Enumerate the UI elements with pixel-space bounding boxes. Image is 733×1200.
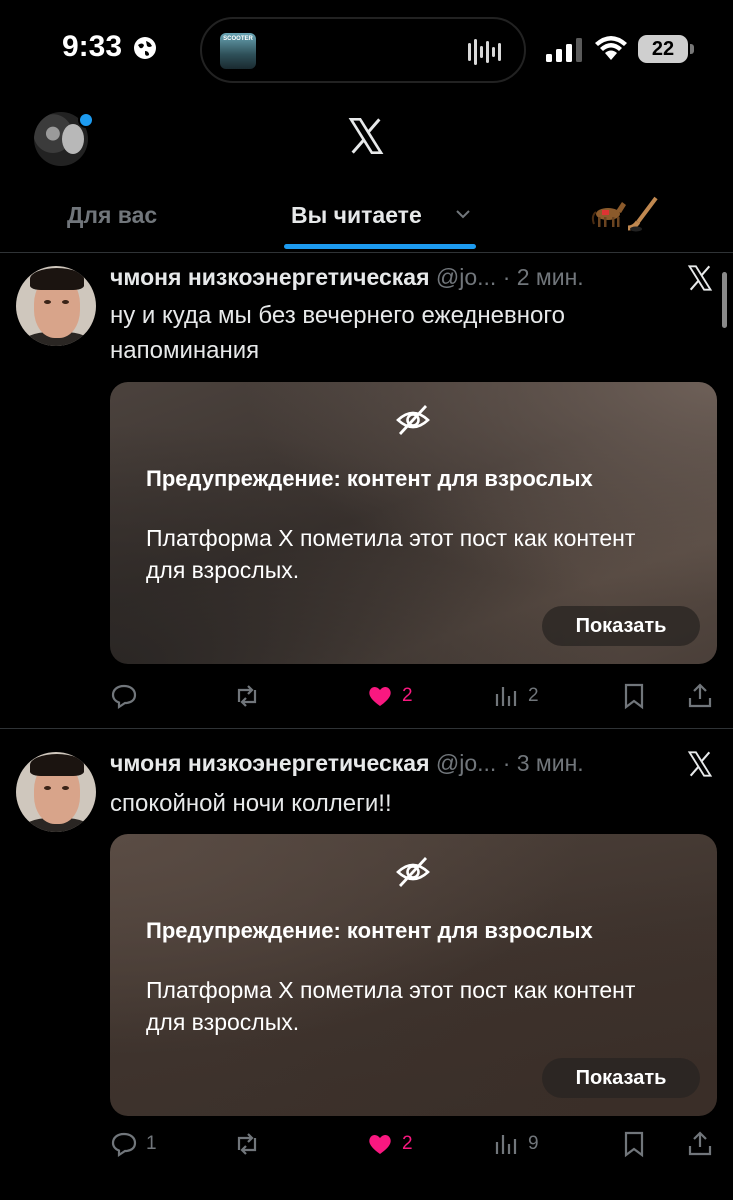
sensitive-content-card: Предупреждение: контент для взрослых Пла… [110, 382, 717, 664]
views-count: 2 [528, 685, 539, 706]
tweet-header: чмоня низкоэнергетическая @jo... · 3 мин… [110, 750, 584, 777]
retweet-icon [237, 685, 257, 707]
tweet-actions: 2 2 [0, 676, 733, 716]
notification-dot [78, 112, 94, 128]
author-name[interactable]: чмоня низкоэнергетическая [110, 264, 430, 290]
tweet[interactable]: чмоня низкоэнергетическая @jo... · 3 мин… [0, 730, 733, 1200]
heart-icon [369, 687, 391, 706]
timeline-tabs: Для вас Вы читаете [0, 192, 733, 253]
tweet-header: чмоня низкоэнергетическая @jo... · 2 мин… [110, 264, 584, 291]
tweet-time[interactable]: · 2 мин. [503, 264, 584, 290]
author-avatar[interactable] [16, 752, 96, 832]
signal-icon [546, 38, 582, 62]
bookmark-button[interactable] [620, 1124, 648, 1164]
share-button[interactable] [686, 676, 714, 716]
views-icon [495, 1135, 517, 1154]
wifi-icon [595, 36, 627, 60]
tweet-actions: 1 2 9 [0, 1124, 733, 1164]
reply-count: 1 [146, 1133, 157, 1154]
reply-button[interactable]: 1 [110, 1124, 157, 1164]
reply-button[interactable] [110, 676, 146, 716]
heart-icon [369, 1135, 391, 1154]
sensitive-content-card: Предупреждение: контент для взрослых Пла… [110, 834, 717, 1116]
author-handle[interactable]: @jo... [436, 264, 496, 290]
reply-icon [111, 1132, 137, 1158]
like-count: 2 [402, 685, 413, 706]
album-art[interactable]: SCOOTER [220, 33, 256, 69]
author-name[interactable]: чмоня низкоэнергетическая [110, 750, 430, 776]
x-logo-icon [348, 118, 384, 154]
bookmark-icon [624, 1131, 644, 1158]
views-button[interactable]: 2 [492, 676, 539, 716]
x-logo-icon [687, 751, 713, 777]
bookmark-icon [624, 683, 644, 710]
horse-hockey-emoji-icon[interactable] [588, 196, 662, 232]
tweet-time[interactable]: · 3 мин. [503, 750, 584, 776]
share-button[interactable] [686, 1124, 714, 1164]
views-button[interactable]: 9 [492, 1124, 539, 1164]
globe-icon [134, 37, 156, 59]
eye-slash-icon [396, 857, 430, 887]
views-count: 9 [528, 1133, 539, 1154]
reply-icon [111, 684, 137, 710]
retweet-icon [237, 1133, 257, 1155]
tab-for-you[interactable]: Для вас [67, 202, 157, 229]
show-button[interactable]: Показать [542, 1058, 700, 1098]
warning-body: Платформа X пометила этот пост как конте… [146, 977, 636, 1035]
author-handle[interactable]: @jo... [436, 750, 496, 776]
views-icon [495, 687, 517, 706]
waveform-icon [468, 39, 501, 65]
like-button[interactable]: 2 [366, 1124, 413, 1164]
share-icon [688, 1131, 712, 1156]
show-button[interactable]: Показать [542, 606, 700, 646]
status-time: 9:33 [62, 30, 123, 63]
share-icon [688, 683, 712, 708]
retweet-button[interactable] [233, 1124, 261, 1164]
tweet-text: ну и куда мы без вечернего ежедневного н… [110, 302, 565, 364]
battery-icon: 22 [638, 35, 688, 63]
bookmark-button[interactable] [620, 676, 648, 716]
battery-tip [690, 44, 694, 54]
chevron-down-icon[interactable] [455, 208, 471, 220]
warning-title: Предупреждение: контент для взрослых [146, 466, 593, 491]
active-tab-indicator [284, 244, 476, 249]
tweet-text: спокойной ночи коллеги!! [110, 790, 392, 817]
status-bar: 9:33 SCOOTER 22 [0, 0, 733, 100]
warning-body: Платформа X пометила этот пост как конте… [146, 525, 636, 583]
dynamic-island[interactable]: SCOOTER [200, 17, 526, 83]
tab-following[interactable]: Вы читаете [291, 202, 422, 229]
like-count: 2 [402, 1133, 413, 1154]
retweet-button[interactable] [233, 676, 261, 716]
author-avatar[interactable] [16, 266, 96, 346]
eye-slash-icon [396, 405, 430, 435]
x-logo-icon [687, 265, 713, 291]
like-button[interactable]: 2 [366, 676, 413, 716]
scrollbar[interactable] [722, 272, 727, 328]
warning-title: Предупреждение: контент для взрослых [146, 918, 593, 943]
album-art-text: SCOOTER [223, 36, 253, 42]
tweet[interactable]: чмоня низкоэнергетическая @jo... · 2 мин… [0, 252, 733, 729]
